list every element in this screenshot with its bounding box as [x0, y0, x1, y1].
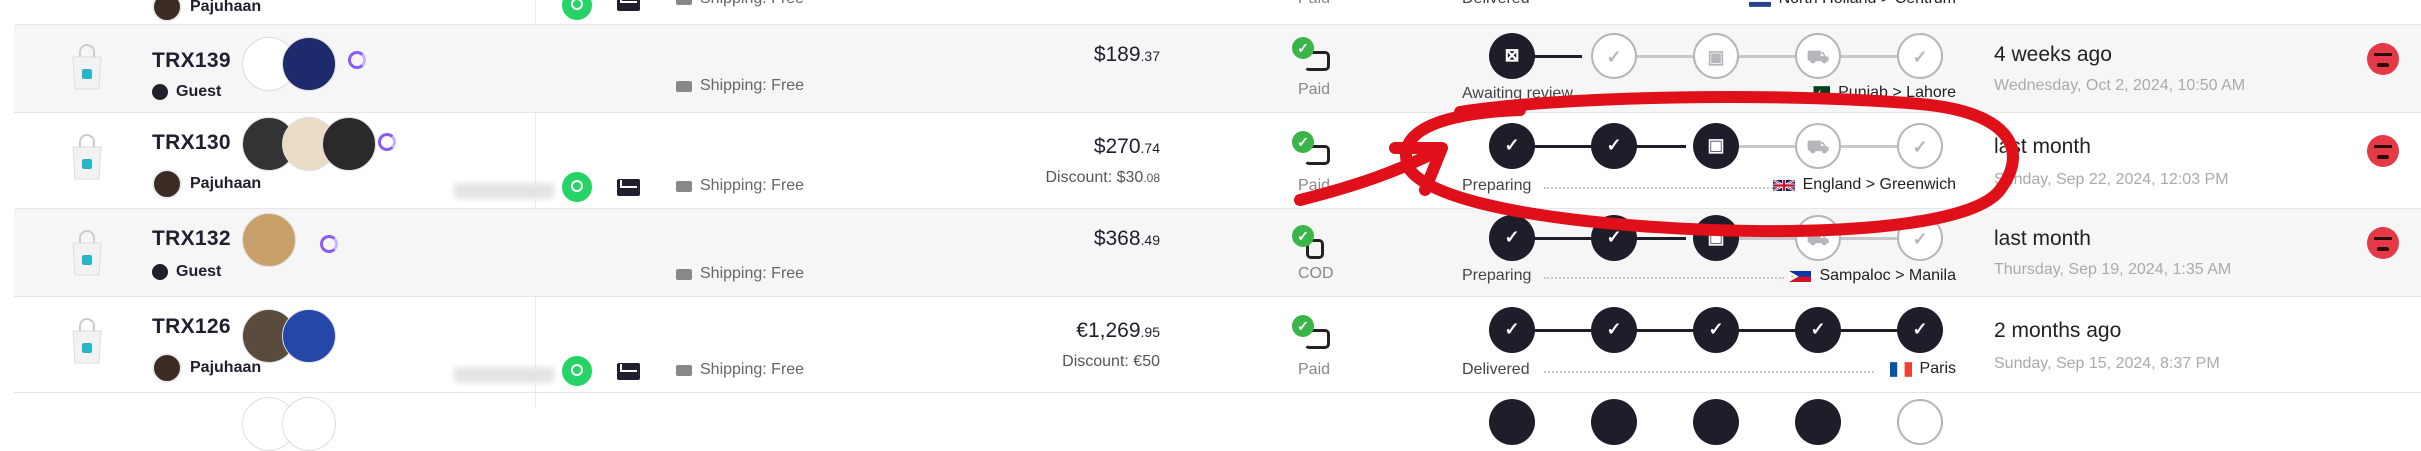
red-annotation-highlight	[1294, 91, 2019, 238]
highlight-ellipse	[1400, 91, 2019, 238]
